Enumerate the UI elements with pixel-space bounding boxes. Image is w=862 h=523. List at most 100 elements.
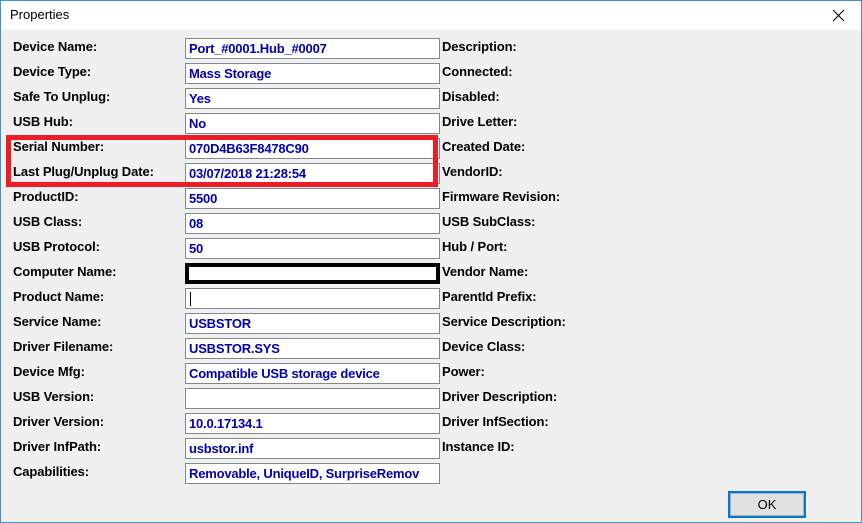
field-product-id: ProductID: 5500 — [13, 188, 440, 209]
input-capabilities[interactable]: Removable, UniqueID, SurpriseRemov — [185, 463, 440, 484]
field-device-mfg: Device Mfg: Compatible USB storage devic… — [13, 363, 440, 384]
label-created-date: Created Date: — [442, 139, 526, 154]
label-usb-subclass: USB SubClass: — [442, 214, 536, 229]
label-usb-version: USB Version: — [13, 389, 95, 404]
label-usb-protocol: USB Protocol: — [13, 239, 100, 254]
value-device-mfg: Compatible USB storage device — [189, 366, 380, 381]
label-service-description: Service Description: — [442, 314, 566, 329]
value-device-type: Mass Storage — [189, 66, 272, 81]
field-driver-filename: Driver Filename: USBSTOR.SYS — [13, 338, 440, 359]
value-service-name: USBSTOR — [189, 316, 251, 331]
value-driver-filename: USBSTOR.SYS — [189, 341, 280, 356]
close-icon[interactable] — [816, 1, 861, 29]
field-capabilities: Capabilities: Removable, UniqueID, Surpr… — [13, 463, 440, 484]
field-device-name: Device Name: Port_#0001.Hub_#0007 — [13, 38, 440, 59]
input-product-id[interactable]: 5500 — [185, 188, 440, 209]
field-serial-number: Serial Number: 070D4B63F8478C90 — [13, 138, 440, 159]
field-usb-hub: USB Hub: No — [13, 113, 440, 134]
text-caret — [190, 292, 191, 306]
value-driver-infpath: usbstor.inf — [189, 441, 254, 456]
label-service-name: Service Name: — [13, 314, 102, 329]
field-instance-id: Instance ID: USB\VID_13FE&PID_5500\070D4… — [442, 438, 855, 459]
field-firmware-revision: Firmware Revision: 1.00 — [442, 188, 855, 209]
label-description: Description: — [442, 39, 517, 54]
value-driver-version: 10.0.17134.1 — [189, 416, 263, 431]
input-usb-version[interactable] — [185, 388, 440, 409]
label-power: Power: — [442, 364, 485, 379]
value-last-plug-unplug-date: 03/07/2018 21:28:54 — [189, 166, 306, 181]
field-driver-infsection: Driver InfSection: USBSTOR_BULK.NT — [442, 413, 855, 434]
label-vendor-name: Vendor Name: — [442, 264, 529, 279]
field-disabled: Disabled: No — [442, 88, 855, 109]
properties-window: Properties Device Name: Port_#0001.Hub_#… — [0, 0, 862, 523]
value-safe-to-unplug: Yes — [189, 91, 211, 106]
input-driver-infpath[interactable]: usbstor.inf — [185, 438, 440, 459]
label-usb-hub: USB Hub: — [13, 114, 73, 129]
label-device-class: Device Class: — [442, 339, 526, 354]
input-safe-to-unplug[interactable]: Yes — [185, 88, 440, 109]
label-computer-name: Computer Name: — [13, 264, 117, 279]
input-serial-number[interactable]: 070D4B63F8478C90 — [185, 138, 440, 159]
window-title: Properties — [10, 7, 70, 22]
label-instance-id: Instance ID: — [442, 439, 515, 454]
label-serial-number: Serial Number: — [13, 139, 105, 154]
label-product-id: ProductID: — [13, 189, 79, 204]
input-usb-protocol[interactable]: 50 — [185, 238, 440, 259]
label-product-name: Product Name: — [13, 289, 105, 304]
label-vendor-id: VendorID: — [442, 164, 503, 179]
label-safe-to-unplug: Safe To Unplug: — [13, 89, 111, 104]
field-description: Description: USB DISK 3.0 USB Device — [442, 38, 855, 59]
label-disabled: Disabled: — [442, 89, 500, 104]
field-driver-infpath: Driver InfPath: usbstor.inf — [13, 438, 440, 459]
input-service-name[interactable]: USBSTOR — [185, 313, 440, 334]
field-service-name: Service Name: USBSTOR — [13, 313, 440, 334]
field-power: Power: — [442, 363, 855, 384]
field-created-date: Created Date: 06/07/2018 12:52:54 — [442, 138, 855, 159]
label-firmware-revision: Firmware Revision: — [442, 189, 561, 204]
field-driver-version: Driver Version: 10.0.17134.1 — [13, 413, 440, 434]
label-connected: Connected: — [442, 64, 513, 79]
label-driver-filename: Driver Filename: — [13, 339, 114, 354]
input-product-name[interactable] — [185, 288, 440, 309]
label-driver-infsection: Driver InfSection: — [442, 414, 549, 429]
field-usb-version: USB Version: — [13, 388, 440, 409]
label-device-name: Device Name: — [13, 39, 98, 54]
ok-button[interactable]: OK — [728, 491, 806, 518]
input-usb-class[interactable]: 08 — [185, 213, 440, 234]
dialog-client-area: Device Name: Port_#0001.Hub_#0007 Device… — [1, 30, 861, 522]
field-drive-letter: Drive Letter: — [442, 113, 855, 134]
field-usb-class: USB Class: 08 — [13, 213, 440, 234]
label-capabilities: Capabilities: — [13, 464, 89, 479]
field-device-type: Device Type: Mass Storage — [13, 63, 440, 84]
label-last-plug-unplug-date: Last Plug/Unplug Date: — [13, 164, 154, 179]
input-last-plug-unplug-date[interactable]: 03/07/2018 21:28:54 — [185, 163, 440, 184]
label-device-mfg: Device Mfg: — [13, 364, 85, 379]
input-device-type[interactable]: Mass Storage — [185, 63, 440, 84]
value-serial-number: 070D4B63F8478C90 — [189, 141, 309, 156]
field-vendor-id: VendorID: 13fe — [442, 163, 855, 184]
value-usb-hub: No — [189, 116, 206, 131]
label-driver-infpath: Driver InfPath: — [13, 439, 102, 454]
input-usb-hub[interactable]: No — [185, 113, 440, 134]
input-device-name[interactable]: Port_#0001.Hub_#0007 — [185, 38, 440, 59]
field-device-class: Device Class: — [442, 338, 855, 359]
field-last-plug-unplug-date: Last Plug/Unplug Date: 03/07/2018 21:28:… — [13, 163, 440, 184]
field-hub-port: Hub / Port: — [442, 238, 855, 259]
field-parentid-prefix: ParentId Prefix: — [442, 288, 855, 309]
field-usb-protocol: USB Protocol: 50 — [13, 238, 440, 259]
label-device-type: Device Type: — [13, 64, 92, 79]
label-usb-class: USB Class: — [13, 214, 83, 229]
input-computer-name[interactable] — [185, 263, 440, 284]
title-bar: Properties — [1, 1, 861, 30]
field-product-name: Product Name: — [13, 288, 440, 309]
value-capabilities: Removable, UniqueID, SurpriseRemov — [189, 466, 420, 481]
label-driver-description: Driver Description: — [442, 389, 558, 404]
field-driver-description: Driver Description: USB Mass Storage Dev… — [442, 388, 855, 409]
field-connected: Connected: No — [442, 63, 855, 84]
value-device-name: Port_#0001.Hub_#0007 — [189, 41, 327, 56]
value-product-id: 5500 — [189, 191, 218, 206]
input-device-mfg[interactable]: Compatible USB storage device — [185, 363, 440, 384]
input-driver-version[interactable]: 10.0.17134.1 — [185, 413, 440, 434]
field-computer-name: Computer Name: — [13, 263, 440, 284]
input-driver-filename[interactable]: USBSTOR.SYS — [185, 338, 440, 359]
